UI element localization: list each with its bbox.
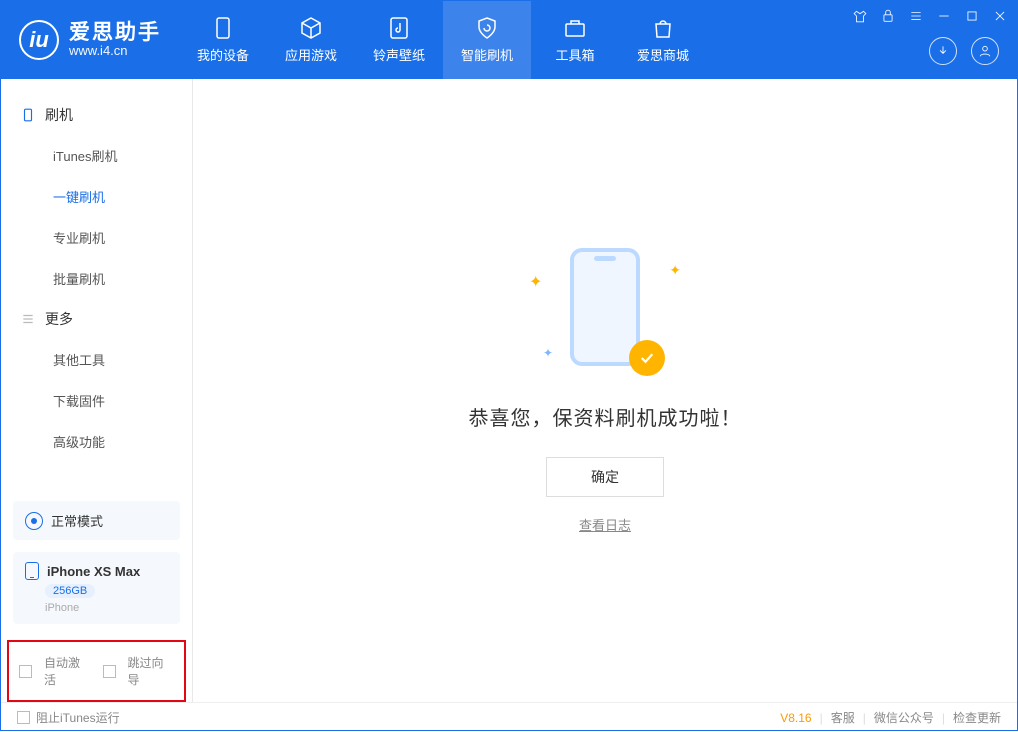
menu-lines-icon: [21, 312, 35, 326]
version-label: V8.16: [780, 711, 811, 725]
sparkle-icon: ✦: [669, 262, 681, 279]
sidebar-item-pro[interactable]: 专业刷机: [1, 217, 192, 258]
sidebar-item-advanced[interactable]: 高级功能: [1, 421, 192, 462]
wechat-link[interactable]: 微信公众号: [874, 709, 934, 726]
nav-label: 工具箱: [555, 45, 594, 64]
skip-guide-label: 跳过向导: [128, 654, 175, 688]
nav-store[interactable]: 爱思商城: [619, 1, 707, 79]
mode-icon: [25, 512, 43, 530]
sidebar: 刷机 iTunes刷机 一键刷机 专业刷机 批量刷机 更多 其他工具 下载固件 …: [1, 79, 193, 702]
device-phone-icon: [25, 562, 39, 580]
nav-flash[interactable]: 智能刷机: [443, 1, 531, 79]
nav-my-device[interactable]: 我的设备: [179, 1, 267, 79]
group-label: 刷机: [45, 105, 73, 125]
success-illustration: ✦ ✦ ✦: [535, 248, 675, 378]
block-itunes-label: 阻止iTunes运行: [36, 709, 120, 726]
nav-label: 应用游戏: [285, 45, 337, 64]
sidebar-item-itunes[interactable]: iTunes刷机: [1, 135, 192, 176]
sidebar-item-other[interactable]: 其他工具: [1, 339, 192, 380]
highlighted-options: 自动激活 跳过向导: [7, 640, 186, 702]
checkbox-skip-guide[interactable]: [103, 665, 116, 678]
app-subtitle: www.i4.cn: [69, 44, 161, 58]
shirt-icon[interactable]: [851, 7, 869, 25]
update-link[interactable]: 检查更新: [953, 709, 1001, 726]
menu-icon[interactable]: [907, 7, 925, 25]
nav-ringtone[interactable]: 铃声壁纸: [355, 1, 443, 79]
sidebar-group-flash: 刷机: [1, 95, 192, 135]
nav-label: 我的设备: [197, 45, 249, 64]
cube-icon: [299, 16, 323, 40]
checkbox-auto-activate[interactable]: [19, 665, 32, 678]
sidebar-item-firmware[interactable]: 下载固件: [1, 380, 192, 421]
mode-card[interactable]: 正常模式: [13, 501, 180, 540]
mode-label: 正常模式: [51, 511, 103, 530]
lock-icon[interactable]: [879, 7, 897, 25]
ok-button[interactable]: 确定: [546, 457, 664, 497]
device-card[interactable]: iPhone XS Max 256GB iPhone: [13, 552, 180, 624]
close-button[interactable]: [991, 7, 1009, 25]
device-capacity: 256GB: [45, 584, 95, 598]
nav-label: 智能刷机: [461, 45, 513, 64]
sidebar-group-more: 更多: [1, 299, 192, 339]
header: iu 爱思助手 www.i4.cn 我的设备 应用游戏 铃声壁纸 智能刷机 工具…: [1, 1, 1017, 79]
download-button[interactable]: [929, 37, 957, 65]
logo-area: iu 爱思助手 www.i4.cn: [1, 1, 179, 79]
support-link[interactable]: 客服: [831, 709, 855, 726]
footer: 阻止iTunes运行 V8.16 | 客服 | 微信公众号 | 检查更新: [1, 702, 1017, 732]
body: 刷机 iTunes刷机 一键刷机 专业刷机 批量刷机 更多 其他工具 下载固件 …: [1, 79, 1017, 702]
checkbox-block-itunes[interactable]: [17, 711, 30, 724]
nav-label: 铃声壁纸: [373, 45, 425, 64]
phone-icon: [211, 16, 235, 40]
auto-activate-label: 自动激活: [44, 654, 91, 688]
view-log-link[interactable]: 查看日志: [579, 515, 631, 534]
device-type: iPhone: [45, 602, 79, 614]
nav-toolbox[interactable]: 工具箱: [531, 1, 619, 79]
content-area: ✦ ✦ ✦ 恭喜您，保资料刷机成功啦！ 确定 查看日志: [193, 79, 1017, 702]
nav-apps[interactable]: 应用游戏: [267, 1, 355, 79]
group-label: 更多: [45, 309, 73, 329]
nav-tabs: 我的设备 应用游戏 铃声壁纸 智能刷机 工具箱 爱思商城: [179, 1, 707, 79]
window-controls: [851, 7, 1009, 25]
success-message: 恭喜您，保资料刷机成功啦！: [469, 402, 742, 431]
nav-label: 爱思商城: [637, 45, 689, 64]
toolbox-icon: [563, 16, 587, 40]
header-right-icons: [929, 37, 999, 65]
sidebar-item-batch[interactable]: 批量刷机: [1, 258, 192, 299]
device-name: iPhone XS Max: [47, 564, 140, 579]
phone-illustration-icon: [570, 248, 640, 366]
sparkle-icon: ✦: [543, 346, 553, 360]
minimize-button[interactable]: [935, 7, 953, 25]
phone-outline-icon: [21, 108, 35, 122]
shield-refresh-icon: [475, 16, 499, 40]
app-title: 爱思助手: [69, 21, 161, 44]
logo-icon: iu: [19, 20, 59, 60]
check-badge-icon: [629, 340, 665, 376]
maximize-button[interactable]: [963, 7, 981, 25]
sparkle-icon: ✦: [529, 272, 542, 292]
bag-icon: [651, 16, 675, 40]
user-button[interactable]: [971, 37, 999, 65]
music-file-icon: [387, 16, 411, 40]
sidebar-item-oneclick[interactable]: 一键刷机: [1, 176, 192, 217]
